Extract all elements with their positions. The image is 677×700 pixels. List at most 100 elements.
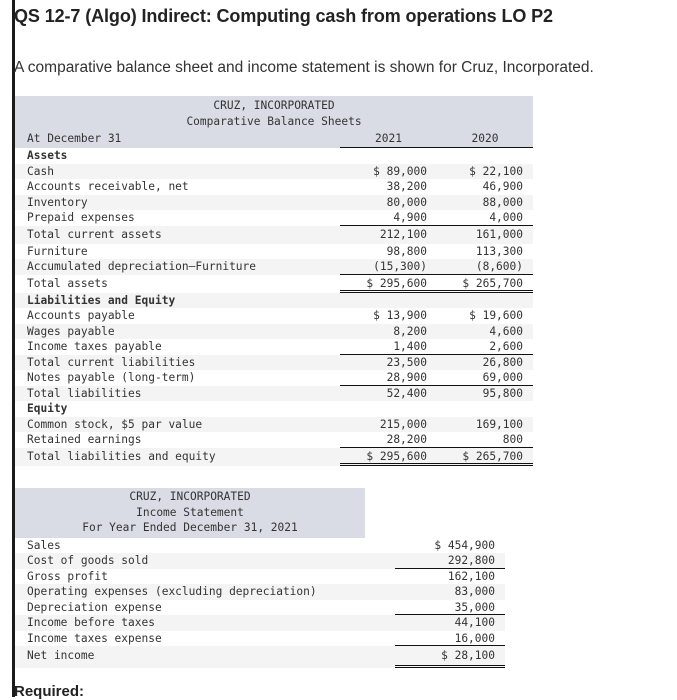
- table-row: Total current assets 212,100 161,000: [15, 225, 533, 244]
- table-row: Sales $ 454,900: [15, 538, 505, 554]
- statement-title: Comparative Balance Sheets: [186, 115, 362, 128]
- table-row-net-income: Net income $ 28,100: [15, 646, 505, 668]
- table-row-total-assets: Total assets $ 295,600 $ 265,700: [15, 275, 533, 293]
- row-value: $ 28,100: [395, 646, 505, 668]
- statement-period: For Year Ended December 31, 2021: [82, 521, 298, 534]
- table-row: Depreciation expense 35,000: [15, 600, 505, 615]
- row-label: Assets: [27, 149, 68, 162]
- table-row: Accumulated depreciation—Furniture (15,3…: [15, 259, 533, 275]
- value-2021: 4,900: [340, 210, 437, 226]
- value-2020: 161,000: [475, 227, 523, 241]
- company-name: CRUZ, INCORPORATED: [213, 99, 335, 112]
- table-row: Furniture 98,800 113,300: [15, 244, 533, 260]
- row-value: 83,000: [454, 585, 495, 598]
- section-row-equity: Equity: [15, 401, 533, 417]
- section-row-assets: Assets: [15, 148, 533, 164]
- row-label: Total assets: [27, 276, 108, 290]
- value-2020: $ 19,600: [469, 309, 523, 322]
- row-label: Gross profit: [27, 569, 108, 583]
- value-2021: $ 89,000: [373, 164, 427, 178]
- row-label: Accounts payable: [27, 309, 135, 322]
- row-label: Sales: [27, 538, 61, 552]
- statement-title: Income Statement: [136, 505, 244, 519]
- value-2020: 69,000: [437, 370, 533, 386]
- table-row: Total liabilities 52,400 95,800: [15, 385, 533, 401]
- table-row: Retained earnings 28,200 800: [15, 432, 533, 448]
- required-heading: Required:: [14, 683, 85, 700]
- value-2021: $ 13,900: [373, 309, 427, 322]
- row-label: Cost of goods sold: [27, 554, 149, 567]
- table-row: Accounts receivable, net 38,200 46,900: [15, 179, 533, 195]
- row-label: Depreciation expense: [27, 600, 162, 614]
- intro-text: A comparative balance sheet and income s…: [14, 59, 594, 76]
- value-2021: (15,300): [340, 259, 437, 275]
- table-row: Income taxes payable 1,400 2,600: [15, 339, 533, 355]
- row-label: Operating expenses (excluding depreciati…: [27, 585, 317, 598]
- row-label: Total liabilities and equity: [27, 449, 216, 463]
- value-2021: $ 295,600: [340, 275, 437, 293]
- row-label: Accumulated depreciation—Furniture: [27, 260, 257, 273]
- table-row: Total current liabilities 23,500 26,800: [15, 354, 533, 370]
- value-2021: $ 295,600: [340, 448, 437, 466]
- value-2021: 1,400: [340, 339, 437, 355]
- value-2021: 52,400: [386, 386, 427, 400]
- value-2020: 88,000: [482, 195, 523, 209]
- table-row: Income taxes expense 16,000: [15, 631, 505, 646]
- row-label: Retained earnings: [27, 433, 142, 446]
- row-label: Income taxes expense: [27, 631, 162, 645]
- value-2020: [437, 148, 533, 164]
- row-label: Equity: [27, 402, 68, 415]
- row-label: Net income: [27, 649, 95, 662]
- value-2021: 28,200: [340, 432, 437, 448]
- row-label: Income before taxes: [27, 616, 155, 629]
- table-row: Cash $ 89,000 $ 22,100: [15, 163, 533, 179]
- column-header-2020: 2020: [437, 130, 533, 148]
- value-2021: 38,200: [386, 180, 427, 193]
- table-row-total-liabilities-equity: Total liabilities and equity $ 295,600 $…: [15, 447, 533, 466]
- table-row: Income before taxes 44,100: [15, 615, 505, 631]
- value-2020: 169,100: [475, 417, 523, 431]
- section-row-liabilities-equity: Liabilities and Equity: [15, 292, 533, 309]
- value-2020: $ 22,100: [469, 164, 523, 178]
- table-row: Prepaid expenses 4,900 4,000: [15, 210, 533, 226]
- value-2020: 95,800: [482, 386, 523, 400]
- value-2020: 113,300: [475, 244, 523, 258]
- income-statement-header: CRUZ, INCORPORATED Income Statement For …: [15, 488, 365, 538]
- row-value: 292,800: [395, 553, 505, 569]
- value-2021: 98,800: [386, 244, 427, 258]
- column-header-2021: 2021: [340, 130, 437, 148]
- value-2021: 212,100: [379, 227, 427, 241]
- value-2020: [437, 293, 533, 309]
- value-2020: (8,600): [437, 259, 533, 275]
- row-label: Total current liabilities: [27, 355, 196, 369]
- value-2020: 46,900: [482, 180, 523, 193]
- value-2020: 26,800: [482, 355, 523, 369]
- value-2020: $ 265,700: [437, 448, 533, 466]
- row-value: 16,000: [395, 631, 505, 646]
- table-row: Inventory 80,000 88,000: [15, 194, 533, 210]
- table-row: Common stock, $5 par value 215,000 169,1…: [15, 416, 533, 432]
- table-row: Cost of goods sold 292,800: [15, 553, 505, 569]
- row-value: 35,000: [395, 600, 505, 615]
- value-2021: [340, 401, 437, 417]
- row-label: Total liabilities: [27, 386, 142, 400]
- value-2020: 4,600: [489, 324, 523, 338]
- row-label: Income taxes payable: [27, 340, 162, 353]
- table-row: Notes payable (long-term) 28,900 69,000: [15, 370, 533, 386]
- income-statement-table: CRUZ, INCORPORATED Income Statement For …: [15, 488, 505, 668]
- row-label: Prepaid expenses: [27, 211, 135, 224]
- row-value: $ 454,900: [434, 538, 495, 552]
- row-label: Common stock, $5 par value: [27, 417, 203, 431]
- page-title: QS 12-7 (Algo) Indirect: Computing cash …: [14, 6, 553, 26]
- table-row: Wages payable 8,200 4,600: [15, 323, 533, 339]
- row-label: Accounts receivable, net: [27, 180, 189, 193]
- table-row: Accounts payable $ 13,900 $ 19,600: [15, 308, 533, 324]
- value-2021: [340, 148, 437, 164]
- row-label: Furniture: [27, 244, 88, 258]
- column-header-row: At December 31 2021 2020: [15, 130, 533, 148]
- row-label: Cash: [27, 164, 54, 178]
- date-label: At December 31: [27, 132, 122, 145]
- row-label: Inventory: [27, 195, 88, 209]
- value-2021: [340, 293, 437, 309]
- value-2020: [437, 401, 533, 417]
